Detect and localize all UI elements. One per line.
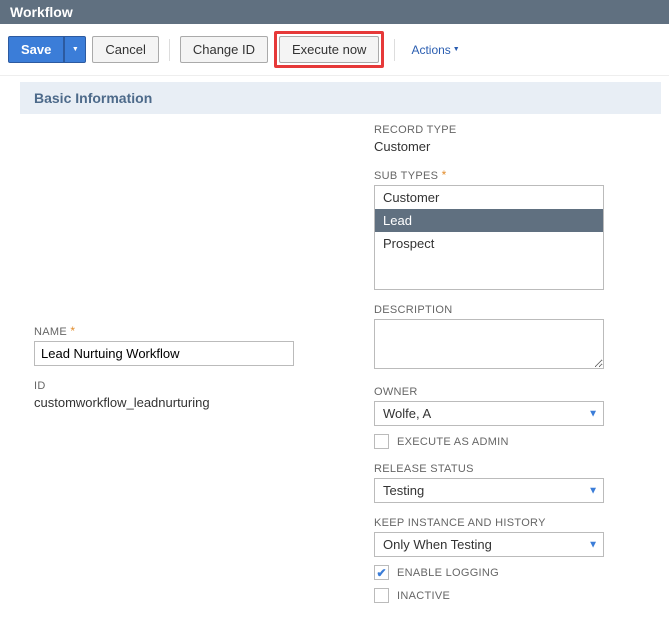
execute-now-highlight: Execute now [274,31,384,68]
keep-instance-select[interactable]: Only When Testing ▼ [374,532,604,557]
execute-as-admin-row: EXECUTE AS ADMIN [374,434,639,449]
release-status-value: Testing [374,478,604,503]
id-value: customworkflow_leadnurturing [34,395,334,410]
execute-now-button[interactable]: Execute now [279,36,379,63]
caret-down-icon: ▼ [72,46,79,53]
owner-label: OWNER [374,386,639,398]
owner-select[interactable]: Wolfe, A ▼ [374,401,604,426]
field-id: ID customworkflow_leadnurturing [34,380,334,410]
toolbar-divider [394,39,395,61]
toolbar: Save ▼ Cancel Change ID Execute now Acti… [0,24,669,76]
record-type-value: Customer [374,139,639,154]
inactive-label: INACTIVE [397,590,450,602]
section-basic-info: Basic Information [20,82,661,114]
required-indicator: * [442,168,447,182]
change-id-button[interactable]: Change ID [180,36,268,63]
field-record-type: RECORD TYPE Customer [374,124,639,154]
name-input[interactable] [34,341,294,366]
field-name: NAME * [34,324,334,366]
save-dropdown-button[interactable]: ▼ [64,36,86,63]
actions-label: Actions [411,43,450,57]
form-body: NAME * ID customworkflow_leadnurturing R… [0,114,669,617]
description-label: DESCRIPTION [374,304,639,316]
header-title: Workflow [10,4,73,20]
list-item[interactable]: Prospect [375,232,603,255]
save-button-group: Save ▼ [8,36,86,63]
field-sub-types: SUB TYPES * Customer Lead Prospect [374,168,639,290]
list-item[interactable]: Lead [375,209,603,232]
release-status-select[interactable]: Testing ▼ [374,478,604,503]
id-label: ID [34,380,334,392]
inactive-checkbox[interactable] [374,588,389,603]
cancel-button[interactable]: Cancel [92,36,158,63]
enable-logging-checkbox[interactable] [374,565,389,580]
execute-as-admin-checkbox[interactable] [374,434,389,449]
window-header: Workflow [0,0,669,24]
field-description: DESCRIPTION [374,304,639,372]
field-keep-instance: KEEP INSTANCE AND HISTORY Only When Test… [374,517,639,603]
save-button[interactable]: Save [8,36,64,63]
field-owner: OWNER Wolfe, A ▼ EXECUTE AS ADMIN [374,386,639,449]
right-column: RECORD TYPE Customer SUB TYPES * Custome… [374,124,639,617]
section-title: Basic Information [34,90,152,106]
enable-logging-row: ENABLE LOGGING [374,565,639,580]
inactive-row: INACTIVE [374,588,639,603]
required-indicator: * [70,324,75,338]
keep-instance-label: KEEP INSTANCE AND HISTORY [374,517,639,529]
sub-types-listbox[interactable]: Customer Lead Prospect [374,185,604,290]
name-label: NAME * [34,324,334,338]
sub-types-label: SUB TYPES * [374,168,639,182]
enable-logging-label: ENABLE LOGGING [397,567,499,579]
release-status-label: RELEASE STATUS [374,463,639,475]
keep-instance-value: Only When Testing [374,532,604,557]
description-textarea[interactable] [374,319,604,369]
left-column: NAME * ID customworkflow_leadnurturing [34,124,334,617]
actions-menu[interactable]: Actions ▼ [411,43,459,57]
caret-down-icon: ▼ [453,46,460,53]
list-item[interactable]: Customer [375,186,603,209]
toolbar-divider [169,39,170,61]
field-release-status: RELEASE STATUS Testing ▼ [374,463,639,503]
record-type-label: RECORD TYPE [374,124,639,136]
execute-as-admin-label: EXECUTE AS ADMIN [397,436,509,448]
owner-value: Wolfe, A [374,401,604,426]
